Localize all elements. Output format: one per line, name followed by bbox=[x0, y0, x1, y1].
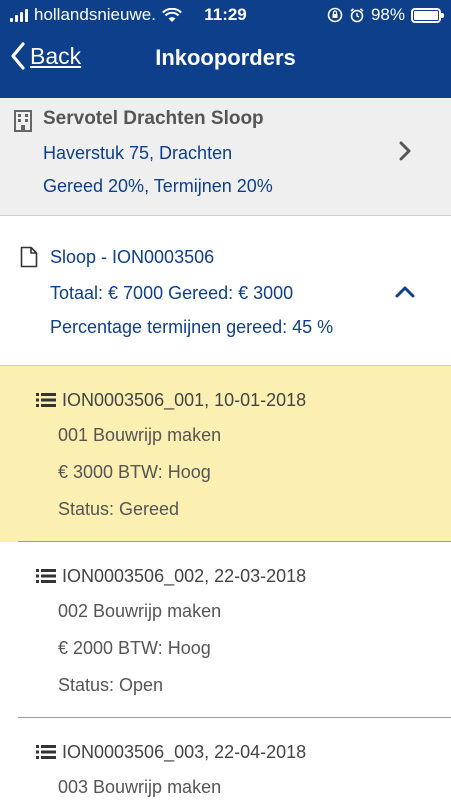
project-address: Haverstuk 75, Drachten bbox=[43, 143, 233, 163]
order-totals: Totaal: € 7000 Gereed: € 3000 bbox=[50, 283, 294, 303]
line-header: ION0003506_003, 22-04-2018 bbox=[62, 742, 307, 762]
line-description: 001 Bouwrijp maken bbox=[58, 425, 222, 445]
page-title: Inkooporders bbox=[155, 45, 296, 70]
project-card[interactable]: Servotel Drachten Sloop Haverstuk 75, Dr… bbox=[0, 98, 451, 216]
line-description: 003 Bouwrijp maken bbox=[58, 777, 222, 797]
document-icon bbox=[20, 246, 38, 268]
line-status: Status: Open bbox=[58, 675, 164, 695]
project-status: Gereed 20%, Termijnen 20% bbox=[43, 176, 273, 196]
order-line[interactable]: ION0003506_002, 22-03-2018 002 Bouwrijp … bbox=[0, 542, 451, 718]
list-icon bbox=[36, 569, 56, 583]
line-header: ION0003506_002, 22-03-2018 bbox=[62, 566, 307, 586]
battery-percent: 98% bbox=[370, 5, 405, 24]
alarm-icon bbox=[350, 8, 364, 23]
line-amount: € 2000 BTW: Hoog bbox=[58, 638, 211, 658]
order-percentage: Percentage termijnen gereed: 45 % bbox=[50, 317, 334, 337]
nav-bar: Back Inkooporders bbox=[0, 30, 451, 88]
battery-icon bbox=[411, 7, 444, 23]
list-icon bbox=[36, 745, 56, 759]
order-line[interactable]: ION0003506_003, 22-04-2018 003 Bouwrijp … bbox=[0, 718, 451, 800]
orientation-lock-icon bbox=[327, 7, 343, 23]
line-header: ION0003506_001, 10-01-2018 bbox=[62, 390, 307, 410]
order-line[interactable]: ION0003506_001, 10-01-2018 001 Bouwrijp … bbox=[0, 366, 451, 542]
order-header: Sloop - ION0003506 Totaal: € 7000 Gereed… bbox=[0, 216, 451, 366]
list-icon bbox=[36, 393, 56, 407]
line-status: Status: Gereed bbox=[58, 499, 180, 519]
collapse-chevron-up-icon[interactable] bbox=[395, 286, 415, 298]
top-bar: hollandsnieuwe. 11:29 98% Back Inkoopord… bbox=[0, 0, 451, 98]
chevron-right-icon bbox=[399, 141, 411, 161]
project-name: Servotel Drachten Sloop bbox=[43, 108, 264, 129]
building-icon bbox=[14, 110, 32, 132]
line-description: 002 Bouwrijp maken bbox=[58, 601, 222, 621]
status-bar: hollandsnieuwe. 11:29 98% bbox=[0, 0, 451, 30]
order-name: Sloop - ION0003506 bbox=[50, 247, 215, 267]
status-right: 98% bbox=[327, 5, 444, 25]
line-amount: € 3000 BTW: Hoog bbox=[58, 462, 211, 482]
